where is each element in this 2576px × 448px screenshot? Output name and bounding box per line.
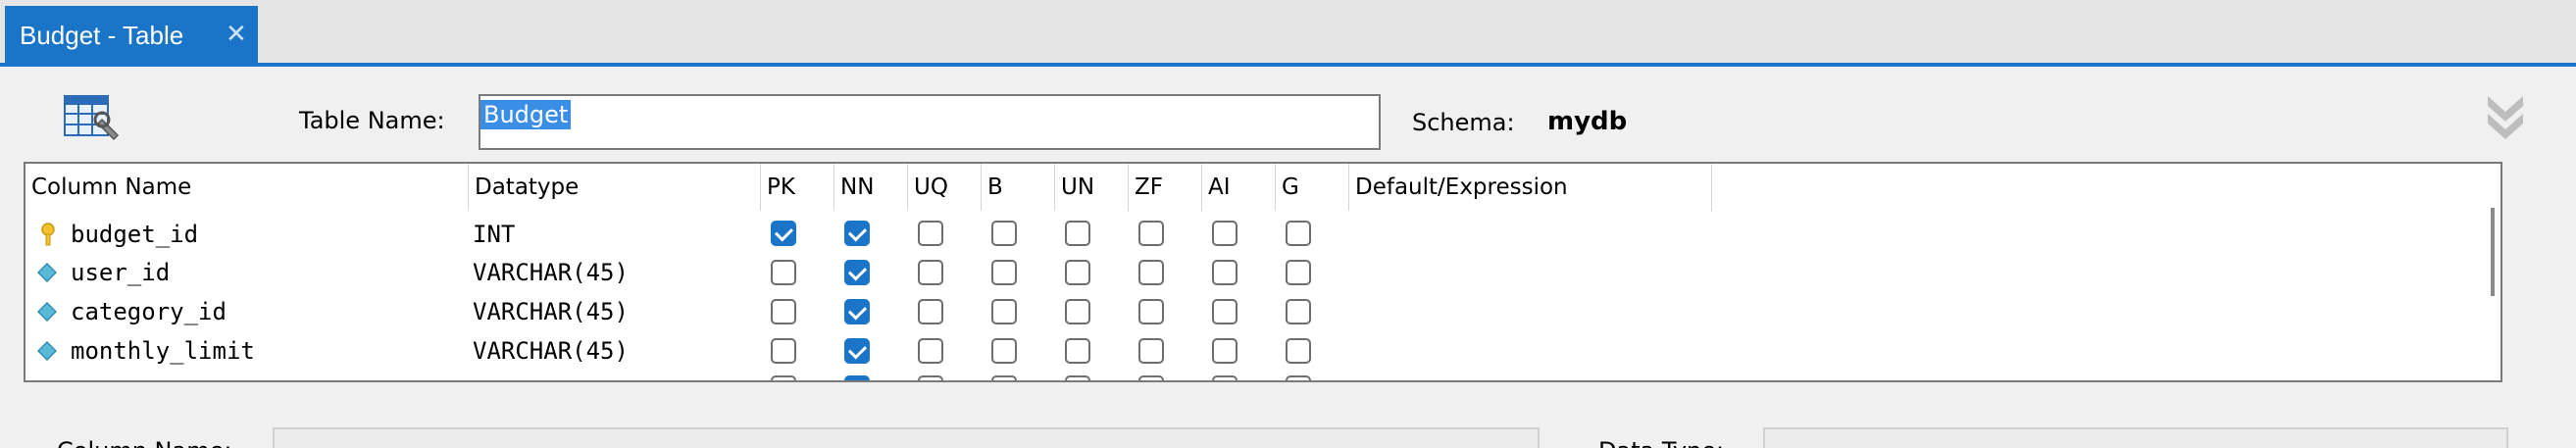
data-type-field-label: Data Type:: [1598, 436, 1724, 448]
ai-checkbox[interactable]: [1212, 260, 1237, 285]
schema-label: Schema:: [1412, 109, 1515, 136]
column-name-field[interactable]: [273, 427, 1540, 448]
nn-checkbox[interactable]: [844, 299, 870, 324]
column-name-field-label: Column Name:: [57, 436, 231, 448]
col-header-un[interactable]: UN: [1055, 164, 1129, 211]
ai-checkbox[interactable]: [1212, 338, 1237, 364]
row-column-name[interactable]: budget_id: [71, 215, 198, 254]
col-header-ai[interactable]: AI: [1202, 164, 1276, 211]
row-datatype[interactable]: VARCHAR(45): [473, 331, 629, 371]
table-name-value: Budget: [480, 100, 572, 129]
uq-checkbox[interactable]: [918, 221, 943, 246]
g-checkbox[interactable]: [1286, 221, 1311, 246]
un-checkbox[interactable]: [1065, 299, 1090, 324]
col-header-g[interactable]: G: [1276, 164, 1349, 211]
column-diamond-icon: [37, 302, 57, 322]
close-icon[interactable]: ✕: [226, 20, 247, 49]
table-name-input[interactable]: Budget: [479, 94, 1381, 150]
uq-checkbox[interactable]: [918, 338, 943, 364]
zf-checkbox[interactable]: [1138, 375, 1164, 380]
nn-checkbox[interactable]: [844, 221, 870, 246]
col-header-column-name[interactable]: Column Name: [25, 164, 469, 211]
tab-strip-underline: [0, 63, 2576, 67]
column-diamond-icon: [37, 341, 57, 361]
b-checkbox[interactable]: [991, 221, 1017, 246]
uq-checkbox[interactable]: [918, 299, 943, 324]
col-header-datatype[interactable]: Datatype: [469, 164, 761, 211]
col-header-zf[interactable]: ZF: [1129, 164, 1202, 211]
schema-value: mydb: [1547, 107, 1628, 136]
col-header-nn[interactable]: NN: [834, 164, 908, 211]
nn-checkbox[interactable]: [844, 260, 870, 285]
pk-checkbox[interactable]: [771, 260, 796, 285]
ai-checkbox[interactable]: [1212, 299, 1237, 324]
col-header-uq[interactable]: UQ: [908, 164, 982, 211]
b-checkbox[interactable]: [991, 338, 1017, 364]
table-name-label: Table Name:: [299, 107, 445, 134]
uq-checkbox[interactable]: [918, 260, 943, 285]
row-column-name[interactable]: monthly_limit: [71, 331, 255, 371]
nn-checkbox[interactable]: [844, 375, 870, 380]
un-checkbox[interactable]: [1065, 375, 1090, 380]
tab-strip: [0, 0, 2576, 67]
row-datatype[interactable]: INT: [473, 215, 515, 254]
pk-checkbox[interactable]: [771, 375, 796, 380]
columns-grid[interactable]: Column Name Datatype PK NN UQ B UN ZF AI…: [24, 162, 2502, 382]
un-checkbox[interactable]: [1065, 260, 1090, 285]
col-header-pk[interactable]: PK: [761, 164, 834, 211]
zf-checkbox[interactable]: [1138, 260, 1164, 285]
table-settings-icon: [64, 95, 120, 141]
uq-checkbox[interactable]: [918, 375, 943, 380]
pk-checkbox[interactable]: [771, 299, 796, 324]
tab-budget-table[interactable]: Budget - Table ✕: [5, 6, 258, 65]
zf-checkbox[interactable]: [1138, 299, 1164, 324]
g-checkbox[interactable]: [1286, 299, 1311, 324]
col-header-default-expression[interactable]: Default/Expression: [1349, 164, 1712, 211]
column-diamond-icon: [37, 263, 57, 282]
zf-checkbox[interactable]: [1138, 338, 1164, 364]
b-checkbox[interactable]: [991, 299, 1017, 324]
zf-checkbox[interactable]: [1138, 221, 1164, 246]
row-datatype[interactable]: VARCHAR(45): [473, 292, 629, 331]
pk-checkbox[interactable]: [771, 221, 796, 246]
data-type-field[interactable]: [1763, 427, 2508, 448]
un-checkbox[interactable]: [1065, 221, 1090, 246]
tab-label: Budget - Table: [20, 20, 184, 50]
nn-checkbox[interactable]: [844, 338, 870, 364]
row-column-name[interactable]: category_id: [71, 292, 227, 331]
row-column-name[interactable]: user_id: [71, 253, 170, 292]
pk-checkbox[interactable]: [771, 338, 796, 364]
un-checkbox[interactable]: [1065, 338, 1090, 364]
g-checkbox[interactable]: [1286, 338, 1311, 364]
g-checkbox[interactable]: [1286, 260, 1311, 285]
b-checkbox[interactable]: [991, 375, 1017, 380]
primary-key-icon: [41, 223, 55, 246]
table-editor: Budget - Table ✕ Table Name: Budget Sche…: [0, 0, 2576, 448]
b-checkbox[interactable]: [991, 260, 1017, 285]
row-datatype[interactable]: VARCHAR(45): [473, 253, 629, 292]
col-header-b[interactable]: B: [982, 164, 1055, 211]
ai-checkbox[interactable]: [1212, 221, 1237, 246]
ai-checkbox[interactable]: [1212, 375, 1237, 380]
vertical-scrollbar[interactable]: [2491, 208, 2495, 296]
g-checkbox[interactable]: [1286, 375, 1311, 380]
double-chevron-down-icon[interactable]: [2484, 90, 2527, 143]
